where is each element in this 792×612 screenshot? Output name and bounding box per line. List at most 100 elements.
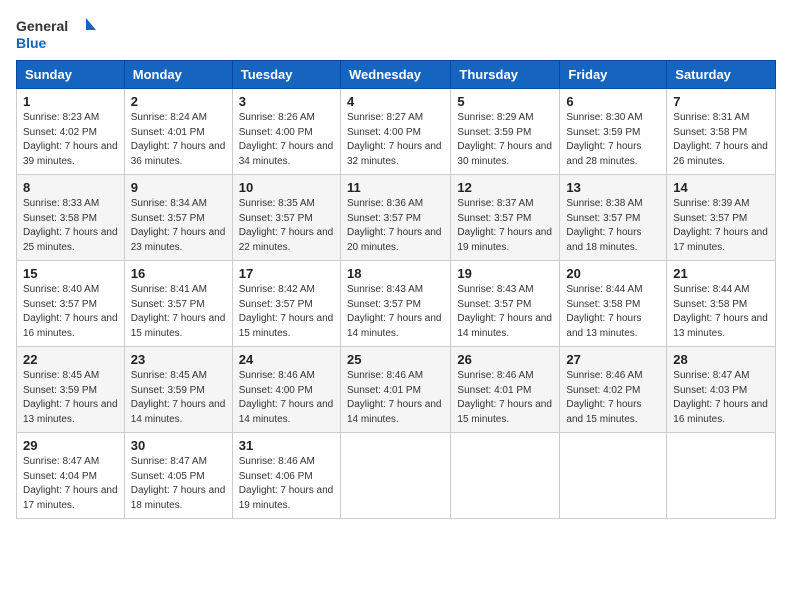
day-number: 9 (131, 180, 226, 195)
day-number: 16 (131, 266, 226, 281)
day-info: Sunrise: 8:46 AM Sunset: 4:06 PM Dayligh… (239, 455, 334, 513)
day-number: 6 (566, 94, 660, 109)
calendar-day-9: 9 Sunrise: 8:34 AM Sunset: 3:57 PM Daylig… (124, 175, 232, 261)
calendar-day-3: 3Sunrise: 8:26 AM Sunset: 4:00 PM Daylig… (232, 89, 340, 175)
calendar-day-15: 15Sunrise: 8:40 AM Sunset: 3:57 PM Dayli… (17, 261, 125, 347)
day-number: 22 (23, 352, 118, 367)
calendar-header-row: SundayMondayTuesdayWednesdayThursdayFrid… (17, 61, 776, 89)
day-number: 20 (566, 266, 660, 281)
day-info: Sunrise: 8:29 AM Sunset: 3:59 PM Dayligh… (457, 111, 553, 169)
calendar-day-5: 5 Sunrise: 8:29 AM Sunset: 3:59 PM Daylig… (451, 89, 560, 175)
day-number: 30 (131, 438, 226, 453)
calendar-week-4: 22 Sunrise: 8:45 AM Sunset: 3:59 PM Dayli… (17, 347, 776, 433)
calendar-table: SundayMondayTuesdayWednesdayThursdayFrid… (16, 60, 776, 519)
day-number: 1 (23, 94, 118, 109)
calendar-day-27: 27 Sunrise: 8:46 AM Sunset: 4:02 PM Dayli… (560, 347, 667, 433)
day-info: Sunrise: 8:26 AM Sunset: 4:00 PM Dayligh… (239, 111, 334, 169)
calendar-day-13: 13Sunrise: 8:38 AM Sunset: 3:57 PM Dayli… (560, 175, 667, 261)
day-number: 4 (347, 94, 444, 109)
day-info: Sunrise: 8:46 AM Sunset: 4:00 PM Dayligh… (239, 369, 334, 427)
calendar-day-20: 20 Sunrise: 8:44 AM Sunset: 3:58 PM Dayli… (560, 261, 667, 347)
day-info: Sunrise: 8:44 AM Sunset: 3:58 PM Dayligh… (566, 283, 660, 341)
calendar-day-17: 17Sunrise: 8:42 AM Sunset: 3:57 PM Dayli… (232, 261, 340, 347)
column-header-saturday: Saturday (667, 61, 776, 89)
svg-text:General: General (16, 18, 68, 34)
day-info: Sunrise: 8:24 AM Sunset: 4:01 PM Dayligh… (131, 111, 226, 169)
day-info: Sunrise: 8:47 AM Sunset: 4:05 PM Dayligh… (131, 455, 226, 513)
day-number: 21 (673, 266, 769, 281)
day-number: 13 (566, 180, 660, 195)
calendar-day-30: 30 Sunrise: 8:47 AM Sunset: 4:05 PM Dayli… (124, 433, 232, 519)
day-number: 25 (347, 352, 444, 367)
day-info: Sunrise: 8:39 AM Sunset: 3:57 PM Dayligh… (673, 197, 769, 255)
day-number: 27 (566, 352, 660, 367)
day-info: Sunrise: 8:35 AM Sunset: 3:57 PM Dayligh… (239, 197, 334, 255)
calendar-day-7: 7 Sunrise: 8:31 AM Sunset: 3:58 PM Daylig… (667, 89, 776, 175)
calendar-day-11: 11 Sunrise: 8:36 AM Sunset: 3:57 PM Dayli… (340, 175, 450, 261)
day-number: 28 (673, 352, 769, 367)
calendar-day-23: 23Sunrise: 8:45 AM Sunset: 3:59 PM Dayli… (124, 347, 232, 433)
day-number: 14 (673, 180, 769, 195)
day-info: Sunrise: 8:23 AM Sunset: 4:02 PM Dayligh… (23, 111, 118, 169)
day-info: Sunrise: 8:43 AM Sunset: 3:57 PM Dayligh… (347, 283, 444, 341)
calendar-day-6: 6 Sunrise: 8:30 AM Sunset: 3:59 PM Daylig… (560, 89, 667, 175)
day-info: Sunrise: 8:34 AM Sunset: 3:57 PM Dayligh… (131, 197, 226, 255)
column-header-friday: Friday (560, 61, 667, 89)
page-header: GeneralBlue (16, 16, 776, 52)
calendar-day-25: 25Sunrise: 8:46 AM Sunset: 4:01 PM Dayli… (340, 347, 450, 433)
day-info: Sunrise: 8:44 AM Sunset: 3:58 PM Dayligh… (673, 283, 769, 341)
column-header-wednesday: Wednesday (340, 61, 450, 89)
day-info: Sunrise: 8:46 AM Sunset: 4:02 PM Dayligh… (566, 369, 660, 427)
calendar-day-26: 26 Sunrise: 8:46 AM Sunset: 4:01 PM Dayli… (451, 347, 560, 433)
day-info: Sunrise: 8:41 AM Sunset: 3:57 PM Dayligh… (131, 283, 226, 341)
day-number: 5 (457, 94, 553, 109)
day-info: Sunrise: 8:46 AM Sunset: 4:01 PM Dayligh… (457, 369, 553, 427)
day-number: 7 (673, 94, 769, 109)
day-info: Sunrise: 8:31 AM Sunset: 3:58 PM Dayligh… (673, 111, 769, 169)
calendar-day-4: 4 Sunrise: 8:27 AM Sunset: 4:00 PM Daylig… (340, 89, 450, 175)
day-number: 11 (347, 180, 444, 195)
calendar-day-14: 14 Sunrise: 8:39 AM Sunset: 3:57 PM Dayli… (667, 175, 776, 261)
column-header-thursday: Thursday (451, 61, 560, 89)
calendar-day-1: 1 Sunrise: 8:23 AM Sunset: 4:02 PM Daylig… (17, 89, 125, 175)
calendar-day-24: 24Sunrise: 8:46 AM Sunset: 4:00 PM Dayli… (232, 347, 340, 433)
day-number: 17 (239, 266, 334, 281)
day-info: Sunrise: 8:27 AM Sunset: 4:00 PM Dayligh… (347, 111, 444, 169)
calendar-day-16: 16 Sunrise: 8:41 AM Sunset: 3:57 PM Dayli… (124, 261, 232, 347)
calendar-day-31: 31 Sunrise: 8:46 AM Sunset: 4:06 PM Dayli… (232, 433, 340, 519)
day-info: Sunrise: 8:30 AM Sunset: 3:59 PM Dayligh… (566, 111, 660, 169)
day-info: Sunrise: 8:45 AM Sunset: 3:59 PM Dayligh… (131, 369, 226, 427)
calendar-day-28: 28 Sunrise: 8:47 AM Sunset: 4:03 PM Dayli… (667, 347, 776, 433)
day-info: Sunrise: 8:43 AM Sunset: 3:57 PM Dayligh… (457, 283, 553, 341)
day-info: Sunrise: 8:47 AM Sunset: 4:03 PM Dayligh… (673, 369, 769, 427)
empty-cell (451, 433, 560, 519)
calendar-day-2: 2 Sunrise: 8:24 AM Sunset: 4:01 PM Daylig… (124, 89, 232, 175)
calendar-day-29: 29 Sunrise: 8:47 AM Sunset: 4:04 PM Dayli… (17, 433, 125, 519)
calendar-day-10: 10 Sunrise: 8:35 AM Sunset: 3:57 PM Dayli… (232, 175, 340, 261)
calendar-week-2: 8Sunrise: 8:33 AM Sunset: 3:58 PM Daylig… (17, 175, 776, 261)
empty-cell (667, 433, 776, 519)
column-header-sunday: Sunday (17, 61, 125, 89)
day-number: 26 (457, 352, 553, 367)
empty-cell (560, 433, 667, 519)
day-number: 2 (131, 94, 226, 109)
day-number: 29 (23, 438, 118, 453)
day-number: 18 (347, 266, 444, 281)
day-info: Sunrise: 8:37 AM Sunset: 3:57 PM Dayligh… (457, 197, 553, 255)
calendar-week-5: 29 Sunrise: 8:47 AM Sunset: 4:04 PM Dayli… (17, 433, 776, 519)
day-info: Sunrise: 8:47 AM Sunset: 4:04 PM Dayligh… (23, 455, 118, 513)
calendar-day-12: 12 Sunrise: 8:37 AM Sunset: 3:57 PM Dayli… (451, 175, 560, 261)
calendar-day-18: 18 Sunrise: 8:43 AM Sunset: 3:57 PM Dayli… (340, 261, 450, 347)
day-number: 8 (23, 180, 118, 195)
day-number: 12 (457, 180, 553, 195)
day-info: Sunrise: 8:40 AM Sunset: 3:57 PM Dayligh… (23, 283, 118, 341)
day-info: Sunrise: 8:36 AM Sunset: 3:57 PM Dayligh… (347, 197, 444, 255)
calendar-day-22: 22Sunrise: 8:45 AM Sunset: 3:59 PM Dayli… (17, 347, 125, 433)
calendar-day-19: 19Sunrise: 8:43 AM Sunset: 3:57 PM Dayli… (451, 261, 560, 347)
column-header-tuesday: Tuesday (232, 61, 340, 89)
empty-cell (340, 433, 450, 519)
day-number: 10 (239, 180, 334, 195)
calendar-day-21: 21 Sunrise: 8:44 AM Sunset: 3:58 PM Dayli… (667, 261, 776, 347)
day-number: 31 (239, 438, 334, 453)
column-header-monday: Monday (124, 61, 232, 89)
